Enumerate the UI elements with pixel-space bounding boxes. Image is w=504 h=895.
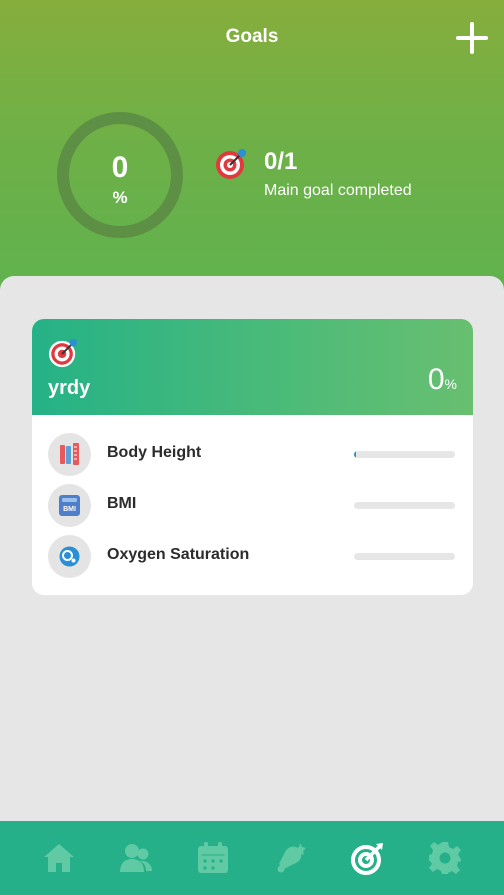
add-goal-button[interactable]: [454, 20, 490, 56]
metric-progress-fill: [354, 451, 356, 458]
nav-reminders[interactable]: [268, 835, 314, 881]
nav-home[interactable]: [36, 835, 82, 881]
calendar-icon: [198, 842, 229, 873]
target-icon: [48, 338, 78, 368]
nav-calendar[interactable]: [190, 835, 236, 881]
nav-goals[interactable]: [345, 835, 391, 881]
contacts-icon: [119, 844, 152, 872]
progress-value: 0: [111, 151, 129, 184]
metric-row-bmi[interactable]: BMI BMI: [32, 481, 473, 529]
goal-card[interactable]: yrdy 0% Body Height BMI BMI Oxygen Satur…: [32, 319, 473, 595]
metric-label: Oxygen Saturation: [107, 546, 250, 563]
goals-target-icon: [350, 843, 383, 875]
goal-percent: 0%: [428, 363, 457, 397]
nav-contacts[interactable]: [113, 835, 159, 881]
goal-name: yrdy: [48, 377, 91, 399]
reminder-bell-icon: [277, 843, 306, 873]
body-height-icon: [48, 433, 91, 476]
goal-percent-unit: %: [444, 376, 457, 392]
main-goal-caption: Main goal completed: [264, 182, 412, 199]
settings-gear-icon: [429, 842, 462, 874]
nav-settings[interactable]: [422, 835, 468, 881]
home-icon: [43, 844, 74, 872]
goal-card-header[interactable]: yrdy 0%: [32, 319, 473, 415]
goal-percent-value: 0: [427, 363, 445, 396]
metric-label: Body Height: [107, 444, 202, 461]
bmi-scale-icon: BMI: [48, 484, 91, 527]
metric-progress-bar: [354, 451, 455, 458]
bmi-icon-text: BMI: [63, 506, 76, 513]
page-title: Goals: [225, 26, 279, 47]
metric-progress-bar: [354, 502, 455, 509]
goals-header: Goals 0 % 0/1 Main goal completed: [0, 0, 504, 300]
metric-label: BMI: [107, 495, 137, 512]
metric-row-oxygen-saturation[interactable]: Oxygen Saturation: [32, 532, 473, 580]
bottom-nav: [0, 821, 504, 895]
main-goal-count: 0/1: [264, 148, 298, 175]
progress-unit: %: [112, 188, 128, 207]
metric-row-body-height[interactable]: Body Height: [32, 430, 473, 478]
metric-progress-bar: [354, 553, 455, 560]
oxygen-saturation-icon: [48, 535, 91, 578]
target-icon: [216, 149, 246, 179]
